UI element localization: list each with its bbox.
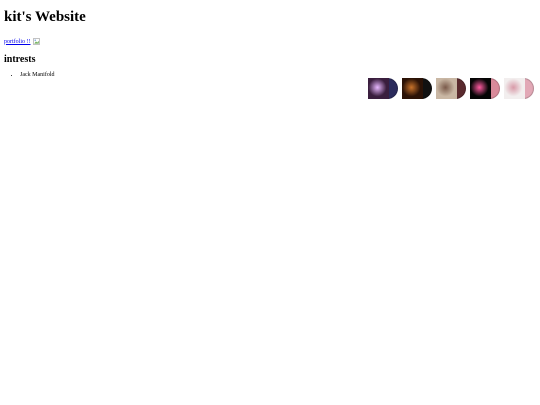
album-gallery (368, 78, 534, 99)
page-title: kit's Website (4, 9, 86, 25)
section-heading: intrests (4, 54, 36, 65)
album-record-4 (470, 78, 500, 99)
album-cover-icon (402, 78, 423, 99)
page-content: kit's Website portfolio !! intrests Jack… (4, 0, 540, 79)
album-record-1 (368, 78, 398, 99)
album-cover-icon (368, 78, 389, 99)
portfolio-link[interactable]: portfolio !! (4, 38, 31, 46)
album-cover-icon (470, 78, 491, 99)
link-line: portfolio !! (4, 37, 540, 46)
album-cover-icon (436, 78, 457, 99)
album-record-5 (504, 78, 534, 99)
album-record-3 (436, 78, 466, 99)
broken-image-icon (32, 38, 40, 45)
album-cover-icon (504, 78, 525, 99)
album-record-2 (402, 78, 432, 99)
